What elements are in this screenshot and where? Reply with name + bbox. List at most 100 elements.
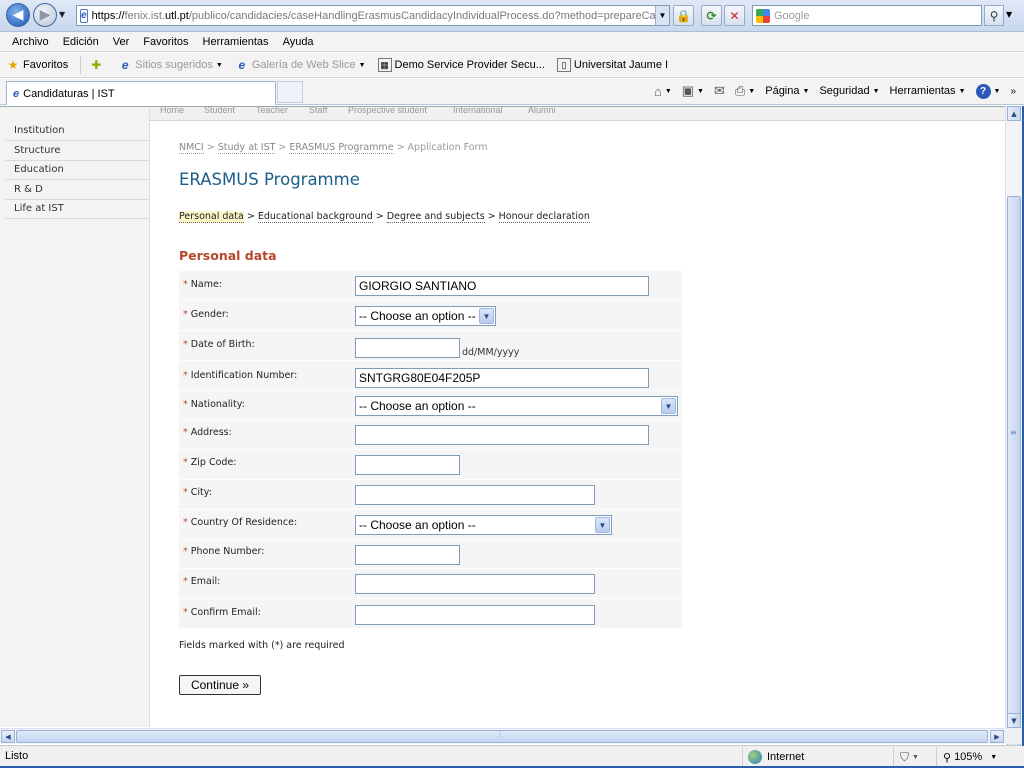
sidebar-item-institution[interactable]: Institution [5, 122, 149, 141]
new-tab-button[interactable] [277, 81, 303, 103]
breadcrumb-erasmus[interactable]: ERASMUS Programme [289, 142, 394, 154]
step-personal-data[interactable]: Personal data [179, 211, 244, 223]
page-menu[interactable]: Página ▼ [765, 85, 809, 97]
protected-mode-button[interactable]: ⛉ ▼ [893, 747, 935, 767]
menu-herramientas[interactable]: Herramientas [196, 36, 276, 48]
scroll-left-icon[interactable]: ◀ [1, 730, 15, 743]
menu-edicion[interactable]: Edición [56, 36, 106, 48]
ie-icon: e [13, 87, 20, 100]
menu-archivo[interactable]: Archivo [5, 36, 56, 48]
form-row-nationality: * Nationality: -- Choose an option -- ▼ [179, 391, 682, 420]
horizontal-scrollbar[interactable]: ◀ ⦙ ▶ [0, 728, 1005, 744]
required-marker: * [183, 607, 188, 618]
address-bar[interactable]: e https:// fenix.ist. utl.pt /publico/ca… [76, 5, 670, 26]
scroll-down-icon[interactable]: ▼ [1007, 713, 1021, 728]
continue-button[interactable]: Continue » [179, 675, 261, 695]
nationality-label: Nationality: [190, 399, 245, 410]
command-bar: ⌂ ▼ ▣ ▼ ✉ ⎙ ▼ Página ▼ Seguridad ▼ Herramient… [644, 83, 1016, 99]
help-button[interactable]: ? ▼ [975, 83, 1000, 99]
nav-home[interactable]: Home [160, 107, 184, 115]
nav-prospective-student[interactable]: Prospective student [348, 107, 427, 115]
ie-icon: e [121, 58, 129, 72]
chevron-down-icon: ▼ [358, 61, 366, 69]
phone-number-field[interactable] [355, 545, 460, 565]
web-slice-gallery-link[interactable]: e Galería de Web Slice ▼ [235, 58, 366, 72]
required-marker: * [183, 546, 188, 557]
step-honour-declaration[interactable]: Honour declaration [498, 211, 590, 223]
sidebar-item-education[interactable]: Education [5, 161, 149, 180]
feeds-button[interactable]: ▣ ▼ [682, 83, 704, 99]
demo-service-provider-link[interactable]: ▦ Demo Service Provider Secu... [377, 58, 545, 72]
home-button[interactable]: ⌂ ▼ [654, 84, 672, 99]
nav-alumni[interactable]: Alumni [528, 107, 556, 115]
back-icon[interactable]: ◀ [6, 3, 30, 27]
dob-label: Date of Birth: [190, 339, 255, 350]
nav-student[interactable]: Student [204, 107, 235, 115]
scroll-up-icon[interactable]: ▲ [1007, 106, 1021, 121]
favorites-button[interactable]: ★ Favoritos [6, 58, 69, 72]
name-label: Name: [190, 279, 223, 290]
address-scheme: https:// [91, 9, 125, 22]
security-menu[interactable]: Seguridad ▼ [819, 85, 879, 97]
identification-number-field[interactable]: SNTGRG80E04F205P [355, 368, 649, 388]
horizontal-scroll-thumb[interactable] [16, 730, 988, 743]
refresh-icon[interactable]: ⟳ [701, 5, 722, 26]
vertical-scrollbar[interactable]: ▲ ≡ ▼ [1005, 106, 1022, 764]
zip-code-field[interactable] [355, 455, 460, 475]
history-dropdown-icon[interactable]: ▼ [59, 10, 65, 19]
gender-label: Gender: [190, 309, 229, 320]
web-slice-label: Galería de Web Slice [251, 59, 356, 71]
nav-international[interactable]: International [453, 107, 503, 115]
more-commands-chevron-icon[interactable]: » [1010, 86, 1016, 97]
gender-select[interactable]: -- Choose an option -- ▼ [355, 306, 496, 326]
address-field[interactable] [355, 425, 649, 445]
menu-favoritos[interactable]: Favoritos [136, 36, 195, 48]
sidebar-item-structure[interactable]: Structure [5, 142, 149, 161]
country-of-residence-select[interactable]: -- Choose an option -- ▼ [355, 515, 612, 535]
confirm-email-field[interactable] [355, 605, 595, 625]
ie-icon: e [238, 58, 246, 72]
forward-icon[interactable]: ▶ [33, 3, 57, 27]
nav-staff[interactable]: Staff [309, 107, 327, 115]
name-field[interactable]: GIORGIO SANTIANO [355, 276, 649, 296]
chevron-down-icon: ▼ [215, 61, 223, 69]
city-field[interactable] [355, 485, 595, 505]
scroll-grip-icon: ≡ [1010, 428, 1017, 437]
stop-icon[interactable]: ✕ [724, 5, 745, 26]
chevron-down-icon: ▼ [990, 753, 998, 761]
print-button[interactable]: ⎙ ▼ [735, 83, 755, 99]
scroll-right-icon[interactable]: ▶ [990, 730, 1004, 743]
address-dropdown-icon[interactable]: ▼ [655, 6, 669, 25]
home-icon: ⌂ [653, 83, 662, 99]
favbar-separator [80, 56, 82, 74]
mail-button[interactable]: ✉ [714, 83, 725, 99]
tools-menu[interactable]: Herramientas ▼ [890, 85, 966, 97]
menu-ver[interactable]: Ver [106, 36, 137, 48]
suggested-sites-link[interactable]: e Sitios sugeridos ▼ [118, 58, 223, 72]
zoom-button[interactable]: ⚲ 105% ▼ [936, 747, 1016, 767]
sidebar-item-life-at-ist[interactable]: Life at IST [5, 200, 149, 219]
universitat-jaume-link[interactable]: ▯ Universitat Jaume I [556, 58, 668, 72]
status-bar: Listo Internet ⛉ ▼ ⚲ 105% ▼ [0, 745, 1024, 768]
vertical-scroll-thumb[interactable] [1007, 196, 1021, 764]
add-favorite-button[interactable]: ✚ [89, 58, 106, 72]
nav-teacher[interactable]: Teacher [256, 107, 288, 115]
search-icon[interactable]: ⚲ [984, 5, 1004, 26]
breadcrumb-study-at-ist[interactable]: Study at IST [217, 142, 276, 154]
email-field[interactable] [355, 574, 595, 594]
sidebar-item-rd[interactable]: R & D [5, 181, 149, 200]
search-box[interactable]: Google [752, 5, 982, 26]
chevron-down-icon: ▼ [661, 398, 676, 414]
breadcrumb-nmci[interactable]: NMCI [179, 142, 204, 154]
lock-icon[interactable]: 🔒 [673, 5, 694, 26]
star-icon: ★ [7, 58, 19, 72]
gender-selected-value: -- Choose an option -- [359, 309, 476, 323]
tab-candidaturas[interactable]: e Candidaturas | IST [6, 81, 276, 105]
security-zone[interactable]: Internet [742, 747, 892, 767]
step-degree-and-subjects[interactable]: Degree and subjects [386, 211, 485, 223]
date-of-birth-field[interactable] [355, 338, 460, 358]
search-dropdown-icon[interactable]: ▼ [1006, 10, 1012, 19]
step-educational-background[interactable]: Educational background [257, 211, 373, 223]
menu-ayuda[interactable]: Ayuda [276, 36, 321, 48]
nationality-select[interactable]: -- Choose an option -- ▼ [355, 396, 678, 416]
